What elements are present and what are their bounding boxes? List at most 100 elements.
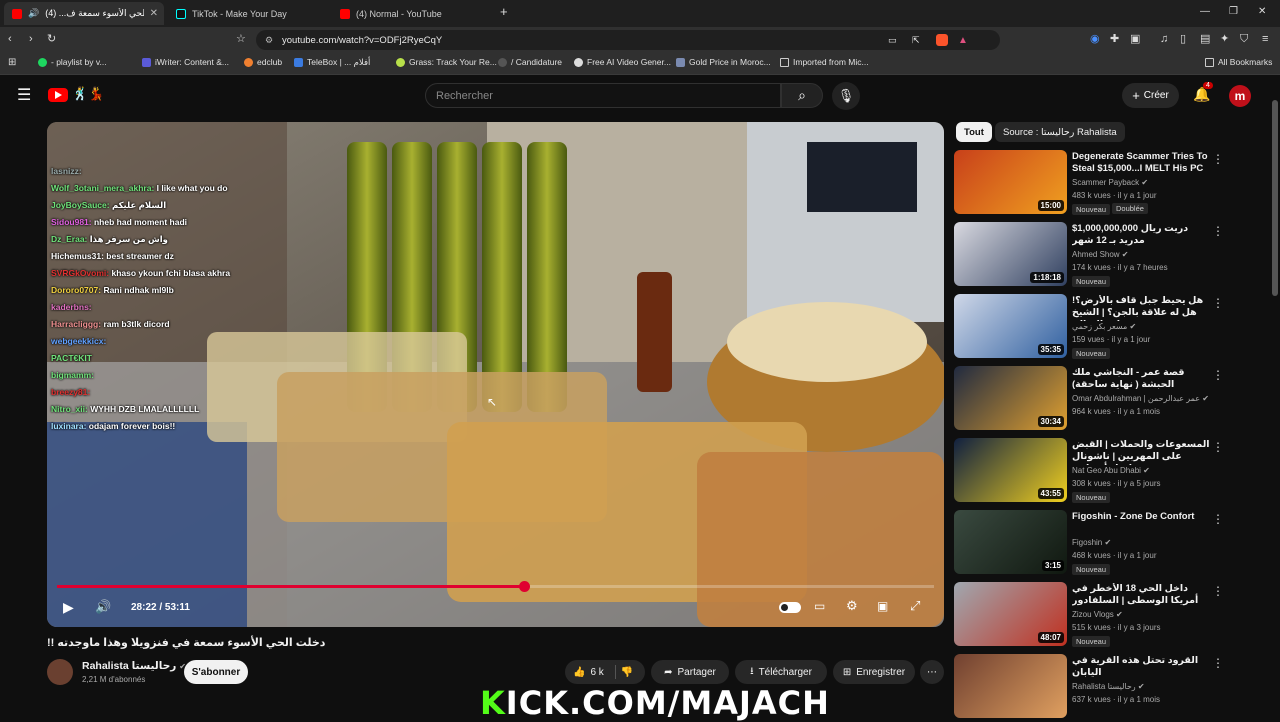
progress-track[interactable]: [57, 581, 934, 592]
menu-icon[interactable]: ≡: [1262, 32, 1268, 46]
bookmark-label: Imported from Mic...: [793, 57, 869, 67]
dislike-button[interactable]: 👎: [621, 667, 633, 678]
more-vertical-icon[interactable]: ⋮: [1212, 512, 1224, 526]
miniplayer-icon[interactable]: ▣: [877, 599, 888, 613]
more-vertical-icon[interactable]: ⋮: [1212, 656, 1224, 670]
video-thumbnail[interactable]: 30:34: [954, 366, 1067, 430]
recommended-video[interactable]: القرود تحتل هذه القرية في اليابان Rahalis…: [954, 654, 1274, 720]
tab-youtube-current[interactable]: 🔊 دخلت الحي الأسوء سمعة ف... (4) ✕: [4, 2, 164, 25]
duration-badge: 1:18:18: [1030, 272, 1064, 283]
create-button[interactable]: + Créer: [1122, 83, 1179, 108]
bookmark-iwriter[interactable]: iWriter: Content &...: [142, 57, 229, 67]
notifications-button[interactable]: 🔔 4: [1193, 82, 1213, 103]
download-label: Télécharger: [758, 666, 812, 678]
video-thumbnail[interactable]: 35:35: [954, 294, 1067, 358]
all-bookmarks[interactable]: All Bookmarks: [1205, 57, 1272, 67]
site-info-icon[interactable]: ⚙: [265, 35, 273, 46]
channel-avatar[interactable]: [47, 659, 73, 685]
ai-icon[interactable]: ✦: [1220, 32, 1229, 46]
shield-icon[interactable]: ⛉: [1240, 32, 1248, 46]
media-icon[interactable]: ♫: [1160, 32, 1168, 46]
minimize-icon[interactable]: —: [1200, 6, 1210, 17]
chat-username: breezy81:: [51, 387, 91, 397]
install-icon[interactable]: ▭: [888, 35, 897, 46]
plus-icon: +: [1132, 88, 1140, 103]
vpn-icon[interactable]: ◉: [1090, 32, 1100, 46]
forward-icon[interactable]: ›: [29, 32, 33, 46]
subtitles-icon[interactable]: ▭: [814, 599, 825, 613]
new-badge: Nouveau: [1072, 492, 1111, 503]
recommended-video[interactable]: 30:34 قصة عمر - النجاشي ملك الحبشة ( نهاي…: [954, 366, 1274, 432]
bookmark-edclub[interactable]: edclub: [244, 57, 282, 67]
chat-text: Rani ndhak ml9lb: [103, 285, 174, 295]
bookmark-candidature[interactable]: / Candidature: [498, 57, 562, 67]
more-actions-button[interactable]: ⋯: [920, 660, 944, 684]
screenshot-icon[interactable]: ▣: [1130, 32, 1140, 46]
youtube-logo-icon[interactable]: [48, 88, 68, 102]
more-vertical-icon[interactable]: ⋮: [1212, 152, 1224, 166]
chat-message: PACT€KIT: [51, 353, 92, 363]
window-close-icon[interactable]: ✕: [1258, 6, 1266, 17]
tab-youtube-normal[interactable]: (4) Normal - YouTube: [332, 2, 492, 25]
recommended-video[interactable]: 43:55 المسعوعات والحملات | القبض على المه…: [954, 438, 1274, 504]
volume-icon[interactable]: 🔊: [95, 599, 111, 615]
tab-close-icon[interactable]: ✕: [150, 8, 158, 19]
video-thumbnail[interactable]: [954, 654, 1067, 718]
bookmark-gold[interactable]: Gold Price in Moroc...: [676, 57, 771, 67]
settings-gear-icon[interactable]: ⚙: [846, 598, 858, 614]
more-vertical-icon[interactable]: ⋮: [1212, 296, 1224, 310]
bookmark-ai-video[interactable]: Free AI Video Gener...: [574, 57, 671, 67]
more-vertical-icon[interactable]: ⋮: [1212, 440, 1224, 454]
more-vertical-icon[interactable]: ⋮: [1212, 584, 1224, 598]
video-thumbnail[interactable]: 48:07: [954, 582, 1067, 646]
play-icon[interactable]: ▶: [63, 599, 74, 616]
search-button[interactable]: ⌕: [781, 83, 823, 108]
recommended-video[interactable]: 15:00 Degenerate Scammer Tries To Steal $…: [954, 150, 1274, 216]
bookmark-telebox[interactable]: TeleBox | ... أفلام: [294, 57, 370, 68]
recommended-video[interactable]: 3:15 Figoshin - Zone De Confort Figoshin ✔…: [954, 510, 1274, 576]
channel-name[interactable]: Rahalista رحاليستا ✔: [82, 660, 186, 672]
chip-all[interactable]: Tout: [956, 122, 992, 142]
new-tab-icon[interactable]: +: [500, 4, 508, 19]
share-button[interactable]: ➦ Partager: [651, 660, 729, 684]
fullscreen-icon[interactable]: ⤢: [910, 598, 920, 614]
video-thumbnail[interactable]: 15:00: [954, 150, 1067, 214]
recommended-video[interactable]: 1:18:18 $1,000,000,000 دريت ريال مدريد بـ…: [954, 222, 1274, 288]
bookmark-star-icon[interactable]: ☆: [236, 32, 246, 46]
account-avatar[interactable]: m: [1229, 85, 1251, 107]
extensions-icon[interactable]: ✚: [1110, 32, 1119, 46]
more-vertical-icon[interactable]: ⋮: [1212, 224, 1224, 238]
address-bar[interactable]: ⚙ youtube.com/watch?v=ODFj2RyeCqY ▭ ⇱ ▲: [256, 30, 1000, 50]
download-button[interactable]: ⭳ Télécharger: [735, 660, 827, 684]
apps-grid-icon[interactable]: ⊞: [8, 56, 16, 70]
chip-source[interactable]: Source : رحاليستا Rahalista: [995, 122, 1125, 142]
save-button[interactable]: ⊞ Enregistrer: [833, 660, 915, 684]
hamburger-menu-icon[interactable]: ☰: [17, 85, 31, 105]
rewards-icon[interactable]: ▲: [958, 35, 968, 46]
video-thumbnail[interactable]: 43:55: [954, 438, 1067, 502]
reload-icon[interactable]: ↻: [47, 32, 56, 46]
bookmark-grass[interactable]: Grass: Track Your Re...: [396, 57, 497, 67]
subscribe-button[interactable]: S'abonner: [184, 660, 248, 684]
video-thumbnail[interactable]: 3:15: [954, 510, 1067, 574]
video-thumbnail[interactable]: 1:18:18: [954, 222, 1067, 286]
maximize-icon[interactable]: ❐: [1229, 6, 1238, 17]
wallet-icon[interactable]: ▤: [1200, 32, 1210, 46]
video-player[interactable]: lasnizz: Wolf_3otani_mera_akhra: I like …: [47, 122, 944, 627]
autoplay-toggle[interactable]: [779, 602, 801, 613]
bookmark-imported[interactable]: Imported from Mic...: [780, 57, 869, 67]
back-icon[interactable]: ‹: [8, 32, 12, 46]
tab-tiktok[interactable]: TikTok - Make Your Day: [168, 2, 328, 25]
page-scrollbar[interactable]: [1272, 100, 1278, 296]
share-page-icon[interactable]: ⇱: [912, 35, 920, 46]
recommended-video[interactable]: 48:07 داخل الحي 18 الأخطر في أمريكا الوسط…: [954, 582, 1274, 648]
recommended-video[interactable]: 35:35 هل يحيط جبل قاف بالأرض؟! هل له علاق…: [954, 294, 1274, 360]
like-button[interactable]: 👍 6 k: [573, 667, 604, 678]
tab-label: (4) Normal - YouTube: [356, 8, 442, 19]
brave-shield-icon[interactable]: [936, 34, 948, 46]
sidebar-icon[interactable]: ▯: [1180, 32, 1186, 46]
search-input[interactable]: Rechercher: [425, 83, 781, 108]
voice-search-button[interactable]: 🎙: [832, 82, 860, 110]
bookmark-playlist[interactable]: - playlist by v...: [38, 57, 107, 67]
more-vertical-icon[interactable]: ⋮: [1212, 368, 1224, 382]
